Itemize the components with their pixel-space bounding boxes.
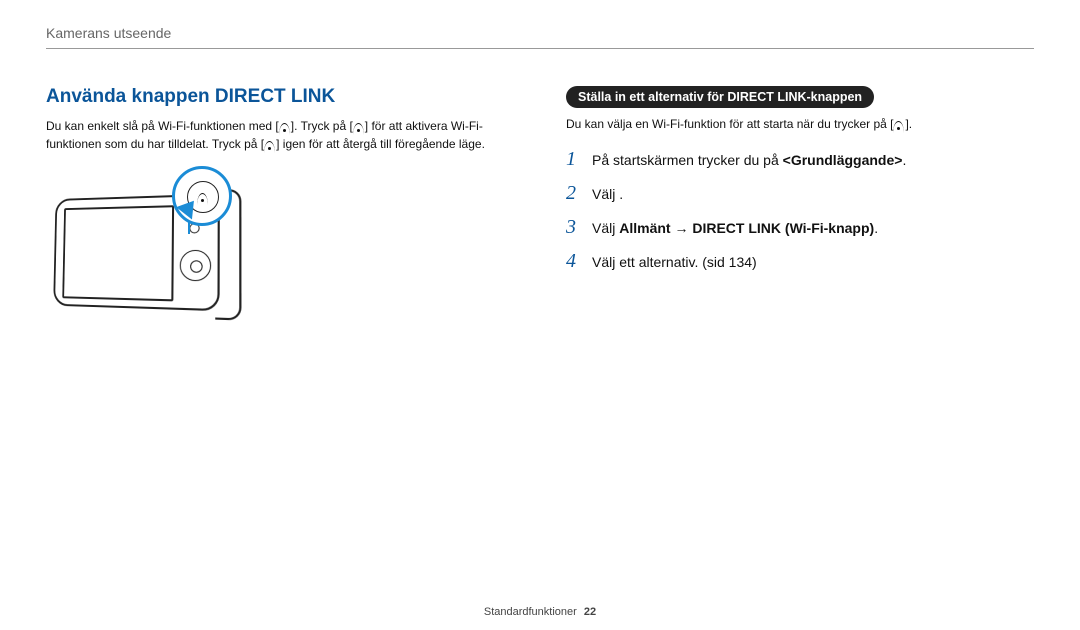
section-heading: Använda knappen DIRECT LINK xyxy=(46,86,526,108)
right-column: Ställa in ett alternativ för DIRECT LINK… xyxy=(566,86,1034,594)
text: Du kan välja en Wi-Fi-funktion för att s… xyxy=(566,117,893,131)
wifi-icon xyxy=(893,118,905,134)
wifi-icon xyxy=(264,138,276,154)
page-number: 22 xyxy=(584,606,596,618)
step-item: 4 Välj ett alternativ. (sid 134) xyxy=(566,250,1034,273)
text: ] igen för att återgå till föregående lä… xyxy=(276,137,485,151)
step-number: 3 xyxy=(566,216,582,239)
step-item: 2 Välj . xyxy=(566,182,1034,205)
page-footer: Standardfunktioner 22 xyxy=(0,606,1080,618)
left-column: Använda knappen DIRECT LINK Du kan enkel… xyxy=(46,86,526,594)
right-intro-text: Du kan välja en Wi-Fi-funktion för att s… xyxy=(566,116,1034,134)
breadcrumb: Kamerans utseende xyxy=(46,25,171,41)
text: Du kan enkelt slå på Wi-Fi-funktionen me… xyxy=(46,119,279,133)
camera-dpad xyxy=(180,250,212,281)
text: ]. xyxy=(905,117,912,131)
wifi-icon xyxy=(353,120,365,136)
header-divider xyxy=(46,48,1034,49)
camera-illustration xyxy=(46,168,236,318)
wifi-icon xyxy=(279,120,291,136)
step-number: 2 xyxy=(566,182,582,205)
step-text: Välj ett alternativ. (sid 134) xyxy=(592,254,757,270)
camera-screen xyxy=(62,205,174,301)
step-item: 3 Välj Allmänt → DIRECT LINK (Wi-Fi-knap… xyxy=(566,216,1034,239)
step-text: Välj Allmänt → DIRECT LINK (Wi-Fi-knapp)… xyxy=(592,220,878,236)
step-number: 4 xyxy=(566,250,582,273)
main-content: Använda knappen DIRECT LINK Du kan enkel… xyxy=(46,86,1034,594)
footer-section: Standardfunktioner xyxy=(484,606,577,618)
callout-circle xyxy=(172,166,232,226)
step-text: På startskärmen trycker du på <Grundlägg… xyxy=(592,152,906,168)
text: ]. Tryck på [ xyxy=(291,119,353,133)
steps-list: 1 På startskärmen trycker du på <Grundlä… xyxy=(566,148,1034,273)
intro-paragraph: Du kan enkelt slå på Wi-Fi-funktionen me… xyxy=(46,118,526,154)
pill-heading: Ställa in ett alternativ för DIRECT LINK… xyxy=(566,86,874,108)
step-item: 1 På startskärmen trycker du på <Grundlä… xyxy=(566,148,1034,171)
step-number: 1 xyxy=(566,148,582,171)
step-text: Välj . xyxy=(592,186,623,202)
